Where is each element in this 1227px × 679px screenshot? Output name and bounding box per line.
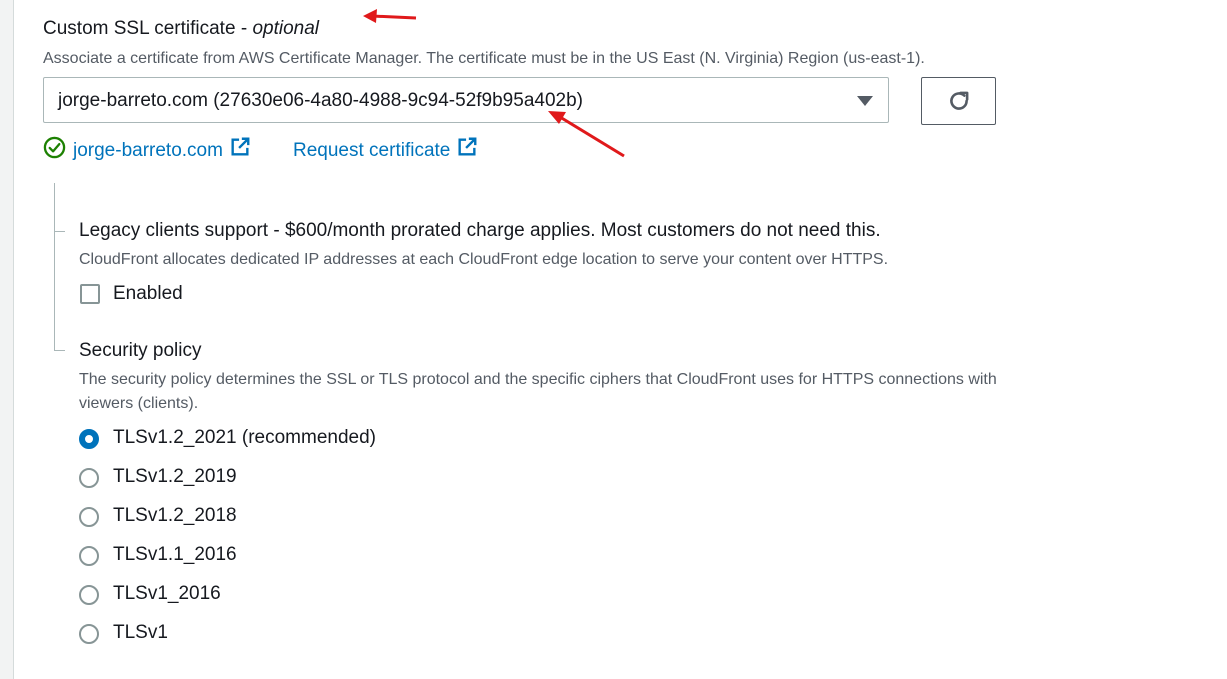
radio-label-tlsv1-2016[interactable]: TLSv1_2016	[113, 583, 221, 605]
certificate-title-text: Custom SSL certificate	[43, 18, 236, 39]
request-certificate-link[interactable]: Request certificate	[293, 136, 478, 162]
check-circle-icon	[43, 136, 66, 159]
security-policy-description-line1: The security policy determines the SSL o…	[79, 371, 997, 388]
request-certificate-link-text: Request certificate	[293, 140, 451, 161]
radio-tlsv1-2-2018[interactable]	[79, 507, 99, 527]
external-link-icon	[458, 137, 477, 156]
radio-tlsv1-2-2021[interactable]	[79, 429, 99, 449]
radio-label-tlsv1-2-2018[interactable]: TLSv1.2_2018	[113, 505, 237, 527]
refresh-icon	[949, 91, 968, 110]
radio-label-tlsv1[interactable]: TLSv1	[113, 622, 168, 644]
radio-label-tlsv1-2-2019[interactable]: TLSv1.2_2019	[113, 466, 237, 488]
legacy-support-description: CloudFront allocates dedicated IP addres…	[79, 251, 889, 268]
certificate-status-link[interactable]: jorge-barreto.com	[73, 136, 251, 162]
radio-tlsv1-1-2016[interactable]	[79, 546, 99, 566]
certificate-select[interactable]: jorge-barreto.com (27630e06-4a80-4988-9c…	[43, 77, 889, 123]
radio-label-tlsv1-2-2021[interactable]: TLSv1.2_2021 (recommended)	[113, 427, 376, 449]
optional-label: optional	[252, 18, 319, 39]
legacy-support-title: Legacy clients support - $600/month pror…	[79, 220, 881, 241]
external-link-icon	[231, 137, 250, 156]
caret-down-icon	[857, 96, 873, 106]
radio-tlsv1-2-2019[interactable]	[79, 468, 99, 488]
refresh-button[interactable]	[921, 77, 996, 125]
security-policy-title: Security policy	[79, 340, 202, 361]
tree-branch-security	[54, 350, 65, 351]
certificate-title: Custom SSL certificate - optional	[43, 18, 319, 40]
radio-label-tlsv1-1-2016[interactable]: TLSv1.1_2016	[113, 544, 237, 566]
certificate-status-link-text: jorge-barreto.com	[73, 140, 223, 161]
certificate-description: Associate a certificate from AWS Certifi…	[43, 50, 925, 67]
security-policy-description-line2: viewers (clients).	[79, 395, 199, 412]
certificate-title-separator: -	[235, 18, 253, 39]
tree-branch-legacy	[54, 231, 65, 232]
certificate-select-value: jorge-barreto.com (27630e06-4a80-4988-9c…	[58, 90, 583, 111]
radio-tlsv1-2016[interactable]	[79, 585, 99, 605]
tree-connector-line	[54, 183, 55, 351]
legacy-enabled-label[interactable]: Enabled	[113, 283, 183, 305]
legacy-enabled-checkbox[interactable]	[80, 284, 100, 304]
radio-tlsv1[interactable]	[79, 624, 99, 644]
